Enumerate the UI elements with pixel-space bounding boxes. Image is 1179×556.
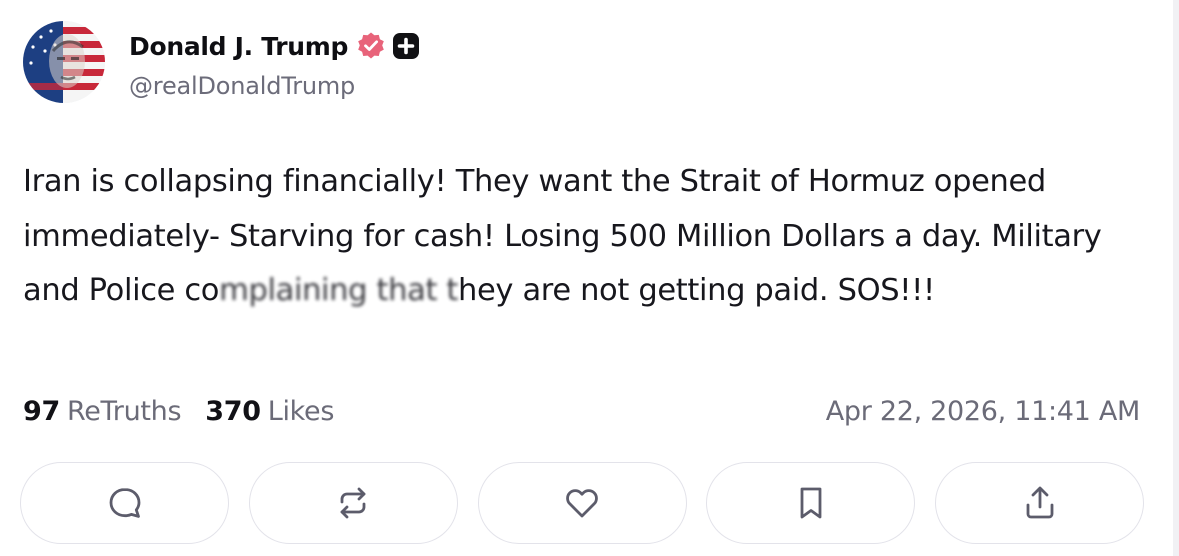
post-text-part: hey are not getting paid. SOS!!! xyxy=(458,273,935,308)
author-display-name[interactable]: Donald J. Trump xyxy=(129,32,348,61)
verified-check-icon xyxy=(356,31,386,61)
share-button[interactable] xyxy=(935,462,1144,544)
retruths-label: ReTruths xyxy=(66,395,182,427)
repost-icon xyxy=(340,487,366,519)
author-handle[interactable]: @realDonaldTrump xyxy=(129,72,420,100)
likes-count: 370 xyxy=(205,395,261,427)
retruths-stat[interactable]: 97 ReTruths xyxy=(23,395,182,427)
bookmark-button[interactable] xyxy=(706,462,916,544)
post-stats: 97 ReTruths 370 Likes Apr 22, 2026, 11:4… xyxy=(23,393,1140,429)
scrollbar-track[interactable] xyxy=(1173,0,1179,556)
likes-label: Likes xyxy=(267,395,335,427)
plus-badge-icon xyxy=(392,32,420,60)
reply-button[interactable] xyxy=(20,462,229,544)
post-timestamp[interactable]: Apr 22, 2026, 11:41 AM xyxy=(826,396,1141,427)
comment-icon xyxy=(109,488,140,518)
retruths-count: 97 xyxy=(23,395,60,427)
post-actions xyxy=(20,462,1144,546)
post-text: Iran is collapsing financially! They wan… xyxy=(23,155,1153,319)
heart-icon xyxy=(566,489,598,518)
retruth-button[interactable] xyxy=(248,462,458,544)
avatar[interactable] xyxy=(23,21,105,103)
bookmark-icon xyxy=(800,487,822,519)
author-name-row: Donald J. Trump xyxy=(129,28,420,64)
like-button[interactable] xyxy=(477,462,687,544)
truth-post: Donald J. Trump @realDonaldTrump Iran is… xyxy=(0,0,1172,556)
share-icon xyxy=(1026,486,1053,519)
likes-stat[interactable]: 370 Likes xyxy=(205,396,334,427)
author-block: Donald J. Trump @realDonaldTrump xyxy=(129,28,420,100)
post-text-blurred: mplaining that t xyxy=(219,273,459,308)
